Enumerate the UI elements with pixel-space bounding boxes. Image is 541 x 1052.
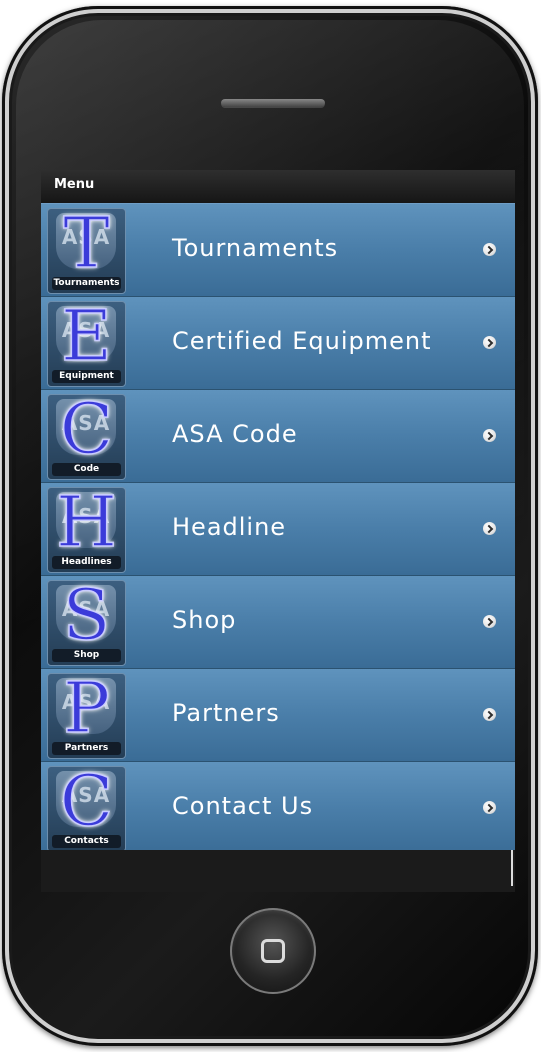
empty-list-area <box>41 850 515 892</box>
icon-caption: Headlines <box>52 556 121 569</box>
chevron-right-icon <box>483 708 496 721</box>
chevron-right-icon <box>483 243 496 256</box>
icon-caption: Partners <box>52 742 121 755</box>
menu-item-label: Shop <box>172 606 237 634</box>
icon-caption: Code <box>52 463 121 476</box>
icon-letter: P <box>62 673 111 749</box>
menu-item-headline[interactable]: ASA H Headlines Headline <box>41 483 515 576</box>
icon-caption: Equipment <box>52 370 121 383</box>
app-screen: Menu ASA T Tournaments Tournaments ASA E… <box>41 170 515 892</box>
menu-header-bar: Menu <box>41 170 515 203</box>
menu-item-tournaments[interactable]: ASA T Tournaments Tournaments <box>41 203 515 297</box>
icon-letter: C <box>59 766 114 842</box>
earpiece-speaker <box>221 99 325 107</box>
chevron-right-icon <box>483 615 496 628</box>
icon-letter: T <box>62 208 110 284</box>
menu-item-label: ASA Code <box>172 420 298 448</box>
icon-letter: H <box>55 487 118 563</box>
menu-item-asa-code[interactable]: ASA C Code ASA Code <box>41 390 515 483</box>
menu-list: ASA T Tournaments Tournaments ASA E Equi… <box>41 203 515 855</box>
scroll-indicator[interactable] <box>511 850 513 886</box>
tournaments-icon: ASA T Tournaments <box>47 208 126 294</box>
icon-letter: E <box>60 301 113 377</box>
menu-item-label: Tournaments <box>172 234 339 262</box>
menu-title: Menu <box>54 177 95 192</box>
menu-item-certified-equipment[interactable]: ASA E Equipment Certified Equipment <box>41 297 515 390</box>
home-button-icon <box>261 939 285 963</box>
menu-item-partners[interactable]: ASA P Partners Partners <box>41 669 515 762</box>
icon-letter: S <box>62 580 111 656</box>
contacts-icon: ASA C Contacts <box>47 766 126 852</box>
menu-item-contact-us[interactable]: ASA C Contacts Contact Us <box>41 762 515 855</box>
partners-icon: ASA P Partners <box>47 673 126 759</box>
menu-item-label: Certified Equipment <box>172 327 432 355</box>
icon-caption: Contacts <box>52 835 121 848</box>
shop-icon: ASA S Shop <box>47 580 126 666</box>
icon-caption: Shop <box>52 649 121 662</box>
home-button[interactable] <box>230 908 316 994</box>
equipment-icon: ASA E Equipment <box>47 301 126 387</box>
chevron-right-icon <box>483 429 496 442</box>
code-icon: ASA C Code <box>47 394 126 480</box>
icon-caption: Tournaments <box>52 277 121 290</box>
menu-item-label: Contact Us <box>172 792 314 820</box>
chevron-right-icon <box>483 336 496 349</box>
chevron-right-icon <box>483 801 496 814</box>
icon-letter: C <box>59 394 114 470</box>
headlines-icon: ASA H Headlines <box>47 487 126 573</box>
menu-item-label: Headline <box>172 513 287 541</box>
chevron-right-icon <box>483 522 496 535</box>
menu-item-shop[interactable]: ASA S Shop Shop <box>41 576 515 669</box>
menu-item-label: Partners <box>172 699 280 727</box>
